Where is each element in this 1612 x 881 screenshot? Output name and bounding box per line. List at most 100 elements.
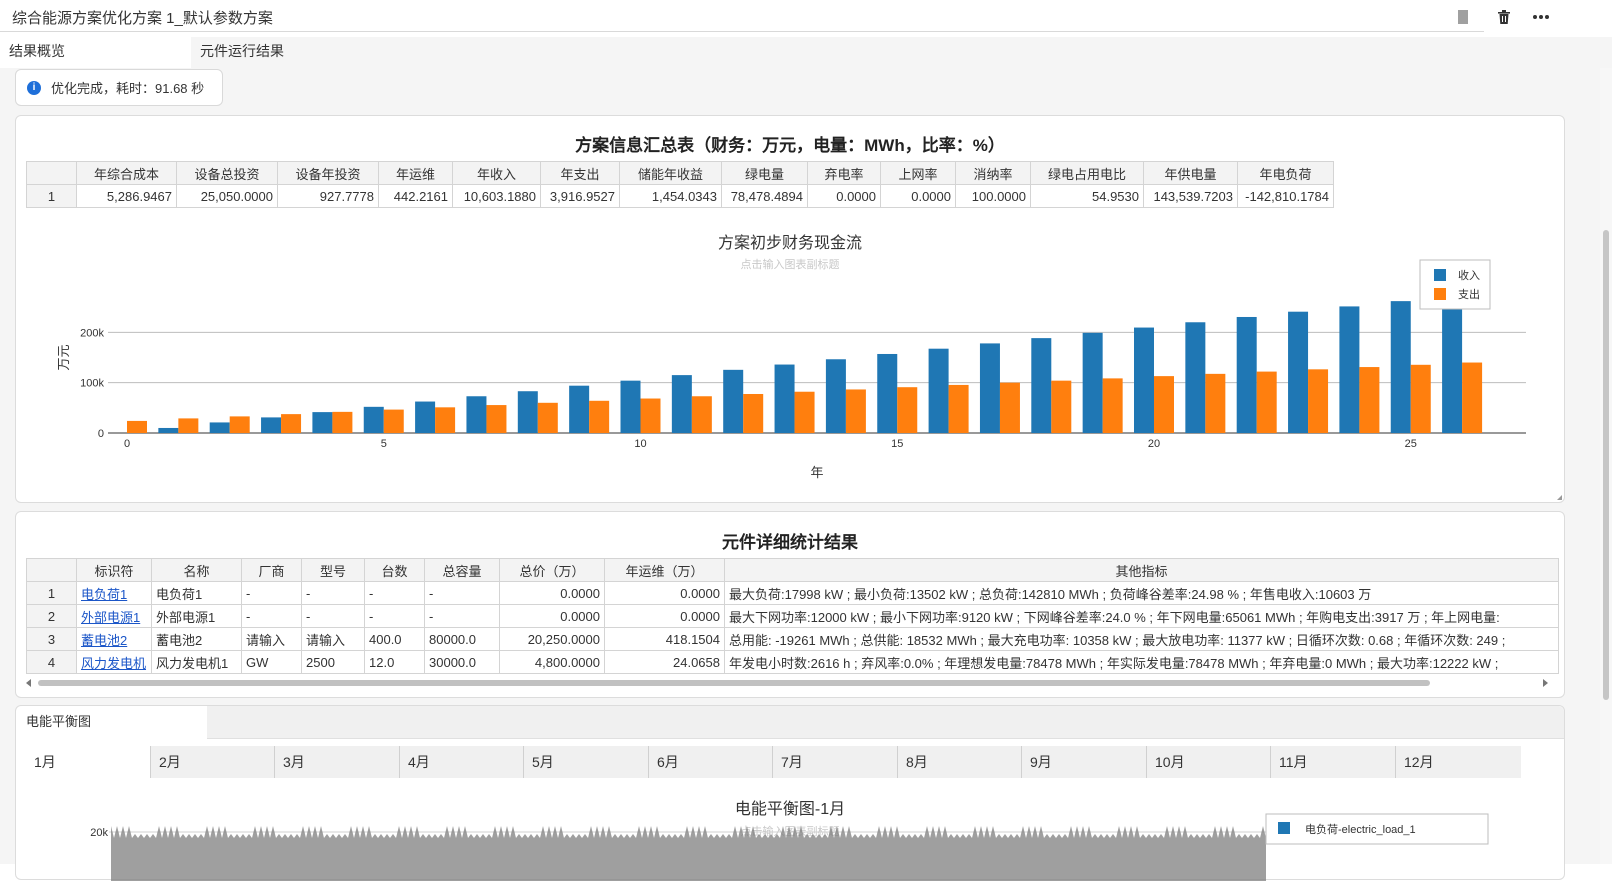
bar-income[interactable] — [1288, 311, 1309, 433]
bar-expense[interactable] — [486, 405, 507, 433]
bar-expense[interactable] — [897, 387, 918, 433]
bar-income[interactable] — [825, 359, 846, 433]
legend-swatch[interactable] — [1278, 822, 1290, 834]
bar-expense[interactable] — [1410, 364, 1431, 433]
details-cell-count: - — [364, 581, 425, 605]
bar-income[interactable] — [415, 401, 436, 433]
legend-label[interactable]: 支出 — [1458, 287, 1480, 301]
scroll-left-icon[interactable] — [26, 679, 31, 687]
details-horizontal-scrollbar[interactable] — [26, 677, 1548, 689]
bar-expense[interactable] — [1205, 373, 1226, 433]
bar-income[interactable] — [1236, 316, 1257, 433]
scroll-right-icon[interactable] — [1543, 679, 1548, 687]
x-tick-label: 0 — [124, 438, 130, 450]
bar-income[interactable] — [1442, 296, 1463, 433]
bar-expense[interactable] — [691, 396, 712, 433]
horizontal-scroll-thumb[interactable] — [38, 680, 1430, 686]
bar-income[interactable] — [1031, 338, 1052, 433]
bar-expense[interactable] — [435, 407, 456, 433]
bar-income[interactable] — [1082, 332, 1103, 433]
details-panel: 元件详细统计结果 标识符 名称 厂商 型号 台数 总容量 总价（万） 年运维（万） 其他指标 1… — [15, 511, 1565, 698]
bar-income[interactable] — [774, 364, 795, 433]
bar-income[interactable] — [723, 369, 744, 433]
vertical-scroll-thumb[interactable] — [1603, 230, 1609, 700]
bar-income[interactable] — [517, 391, 538, 433]
details-cell-model: 请输入 — [301, 627, 365, 651]
details-cell-vendor: GW — [241, 650, 302, 674]
bar-income[interactable] — [569, 385, 590, 433]
bar-expense[interactable] — [1154, 376, 1174, 433]
bar-expense[interactable] — [640, 398, 661, 433]
vertical-scrollbar[interactable] — [1600, 68, 1612, 864]
bar-income[interactable] — [877, 353, 898, 433]
row-index: 2 — [26, 604, 77, 628]
bar-expense[interactable] — [1051, 380, 1072, 433]
tab-component-results[interactable]: 元件运行结果 — [191, 37, 391, 68]
details-cell-price: 20,250.0000 — [499, 627, 605, 651]
bar-expense[interactable] — [589, 400, 610, 433]
window-titlebar: 综合能源方案优化方案 1_默认参数方案 — [0, 0, 1612, 33]
bar-expense[interactable] — [1102, 378, 1123, 433]
bar-income[interactable] — [1134, 327, 1154, 433]
bar-income[interactable] — [979, 343, 1000, 433]
details-cell-model: - — [301, 604, 365, 628]
bar-expense[interactable] — [281, 414, 302, 433]
component-id-link[interactable]: 外部电源1 — [81, 610, 140, 625]
table-row: 4 风力发电机 风力发电机1 GW 2500 12.0 30000.0 4,800.0000 2… — [26, 650, 1559, 674]
bar-expense[interactable] — [332, 411, 353, 433]
cashflow-chart: 0 100k 200k 0 5 10 15 20 25 年 万元 收入支出 — [56, 259, 1526, 480]
bar-expense[interactable] — [229, 416, 250, 433]
component-id-link[interactable]: 电负荷1 — [81, 587, 127, 602]
energy-panel: 电能平衡图 1月 2月 3月 4月 5月 6月 7月 8月 9月 10月 11月 12月 电能平衡图-… — [15, 705, 1565, 881]
bar-expense[interactable] — [1256, 371, 1277, 433]
bar-income[interactable] — [1390, 301, 1411, 433]
details-cell-id: 蓄电池2 — [76, 627, 152, 651]
y-tick-label: 100k — [80, 378, 104, 390]
x-tick-label: 5 — [381, 438, 387, 450]
bar-income[interactable] — [1339, 306, 1360, 433]
details-cell-name: 外部电源1 — [151, 604, 242, 628]
legend-swatch[interactable] — [1434, 288, 1446, 300]
bar-expense[interactable] — [178, 418, 199, 433]
component-id-link[interactable]: 蓄电池2 — [81, 633, 127, 648]
save-icon[interactable] — [1452, 6, 1474, 28]
details-cell-model: 2500 — [301, 650, 365, 674]
resize-handle[interactable] — [1557, 495, 1562, 500]
details-cell-capacity: - — [424, 581, 500, 605]
x-tick-label: 20 — [1148, 438, 1160, 450]
bar-income[interactable] — [261, 417, 282, 433]
bar-income[interactable] — [671, 375, 692, 433]
bar-expense[interactable] — [845, 389, 866, 433]
bar-expense[interactable] — [1359, 367, 1380, 433]
bar-expense[interactable] — [1462, 362, 1483, 433]
legend-label[interactable]: 收入 — [1458, 268, 1480, 282]
bar-expense[interactable] — [1308, 369, 1329, 433]
trash-icon[interactable] — [1493, 6, 1515, 28]
bar-income[interactable] — [363, 406, 384, 433]
legend-label[interactable]: 电负荷-electric_load_1 — [1305, 822, 1416, 836]
bar-expense[interactable] — [743, 393, 764, 433]
optimization-notice: i 优化完成，耗时：91.68 秒 — [15, 69, 223, 106]
y-tick-label: 200k — [80, 327, 104, 339]
tab-overview[interactable]: 结果概览 — [0, 37, 191, 68]
bar-expense[interactable] — [999, 382, 1020, 433]
bar-income[interactable] — [312, 412, 333, 433]
bar-expense[interactable] — [127, 420, 147, 433]
more-icon[interactable] — [1530, 6, 1552, 28]
bar-expense[interactable] — [383, 409, 404, 433]
electric-load-series[interactable] — [111, 826, 1266, 881]
bar-income[interactable] — [466, 396, 487, 433]
details-cell-count: 12.0 — [364, 650, 425, 674]
details-cell-model: - — [301, 581, 365, 605]
bar-expense[interactable] — [948, 384, 969, 433]
bar-expense[interactable] — [794, 391, 815, 433]
bar-income[interactable] — [1185, 322, 1206, 433]
component-id-link[interactable]: 风力发电机 — [81, 656, 146, 671]
bar-income[interactable] — [928, 348, 949, 433]
bar-income[interactable] — [158, 427, 179, 433]
legend-swatch[interactable] — [1434, 269, 1446, 281]
bar-income[interactable] — [620, 380, 641, 433]
bar-income[interactable] — [209, 422, 230, 433]
details-cell-name: 电负荷1 — [151, 581, 242, 605]
bar-expense[interactable] — [537, 402, 558, 433]
